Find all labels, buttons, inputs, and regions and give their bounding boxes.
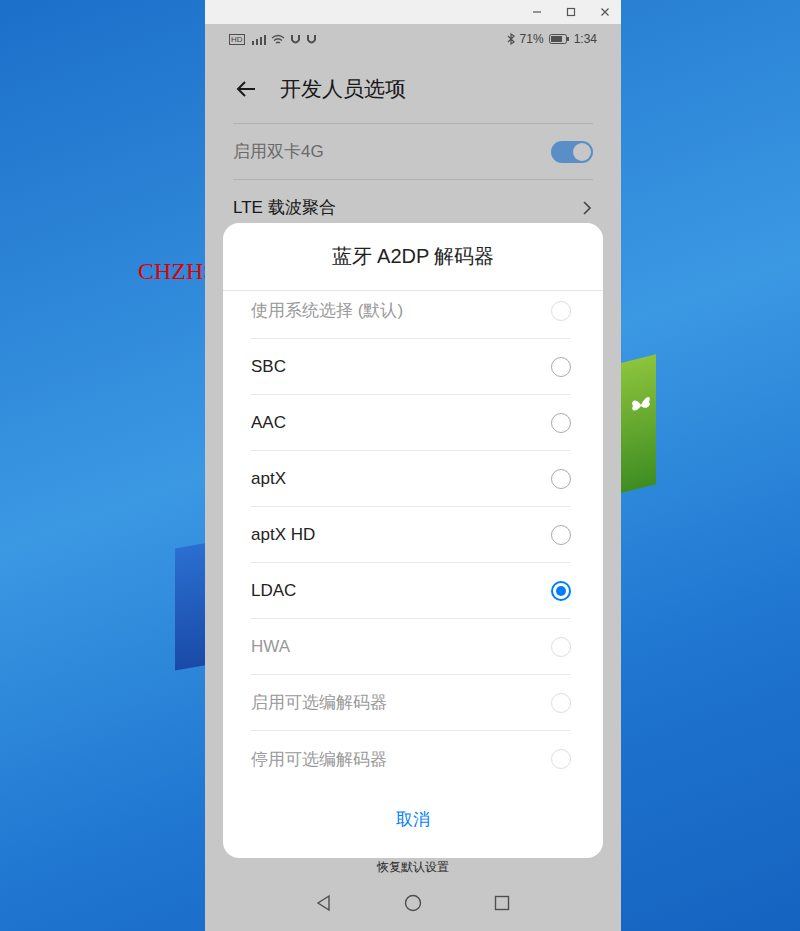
radio-button[interactable] <box>551 581 571 601</box>
codec-option[interactable]: 停用可选编解码器 <box>251 731 571 787</box>
phone-screen: HD 71% 1:34 开发人员选项 启用双卡4G LTE 载波聚合 恢复默认设… <box>205 24 621 931</box>
close-icon[interactable] <box>599 6 611 18</box>
window-titlebar <box>205 0 621 24</box>
radio-button[interactable] <box>551 637 571 657</box>
option-label: 使用系统选择 (默认) <box>251 299 403 322</box>
desktop: CHZHSSR HD 71% 1:34 开发人员选项 启用双卡4G LTE 载波… <box>0 0 800 931</box>
option-label: HWA <box>251 637 290 657</box>
option-label: aptX <box>251 469 286 489</box>
cancel-button[interactable]: 取消 <box>396 808 430 831</box>
codec-option[interactable]: 启用可选编解码器 <box>251 675 571 731</box>
codec-option[interactable]: SBC <box>251 339 571 395</box>
radio-button[interactable] <box>551 301 571 321</box>
radio-button[interactable] <box>551 469 571 489</box>
codec-option[interactable]: HWA <box>251 619 571 675</box>
radio-button[interactable] <box>551 693 571 713</box>
option-label: 启用可选编解码器 <box>251 691 387 714</box>
option-label: 停用可选编解码器 <box>251 748 387 771</box>
butterfly-icon <box>630 393 652 416</box>
radio-dot <box>556 586 566 596</box>
codec-option[interactable]: LDAC <box>251 563 571 619</box>
option-label: LDAC <box>251 581 296 601</box>
option-label: SBC <box>251 357 286 377</box>
codec-dialog: 蓝牙 A2DP 解码器 使用系统选择 (默认) SBC AAC aptX apt… <box>223 223 603 858</box>
codec-option[interactable]: aptX HD <box>251 507 571 563</box>
option-label: AAC <box>251 413 286 433</box>
radio-button[interactable] <box>551 357 571 377</box>
dialog-title: 蓝牙 A2DP 解码器 <box>223 223 603 291</box>
option-label: aptX HD <box>251 525 315 545</box>
codec-options: 使用系统选择 (默认) SBC AAC aptX aptX HD LDAC HW… <box>223 291 603 787</box>
minimize-icon[interactable] <box>531 6 543 18</box>
maximize-icon[interactable] <box>565 6 577 18</box>
codec-option[interactable]: AAC <box>251 395 571 451</box>
codec-option[interactable]: 使用系统选择 (默认) <box>251 291 571 339</box>
radio-button[interactable] <box>551 525 571 545</box>
radio-button[interactable] <box>551 413 571 433</box>
codec-option[interactable]: aptX <box>251 451 571 507</box>
mirror-window: HD 71% 1:34 开发人员选项 启用双卡4G LTE 载波聚合 恢复默认设… <box>205 0 621 931</box>
radio-button[interactable] <box>551 749 571 769</box>
